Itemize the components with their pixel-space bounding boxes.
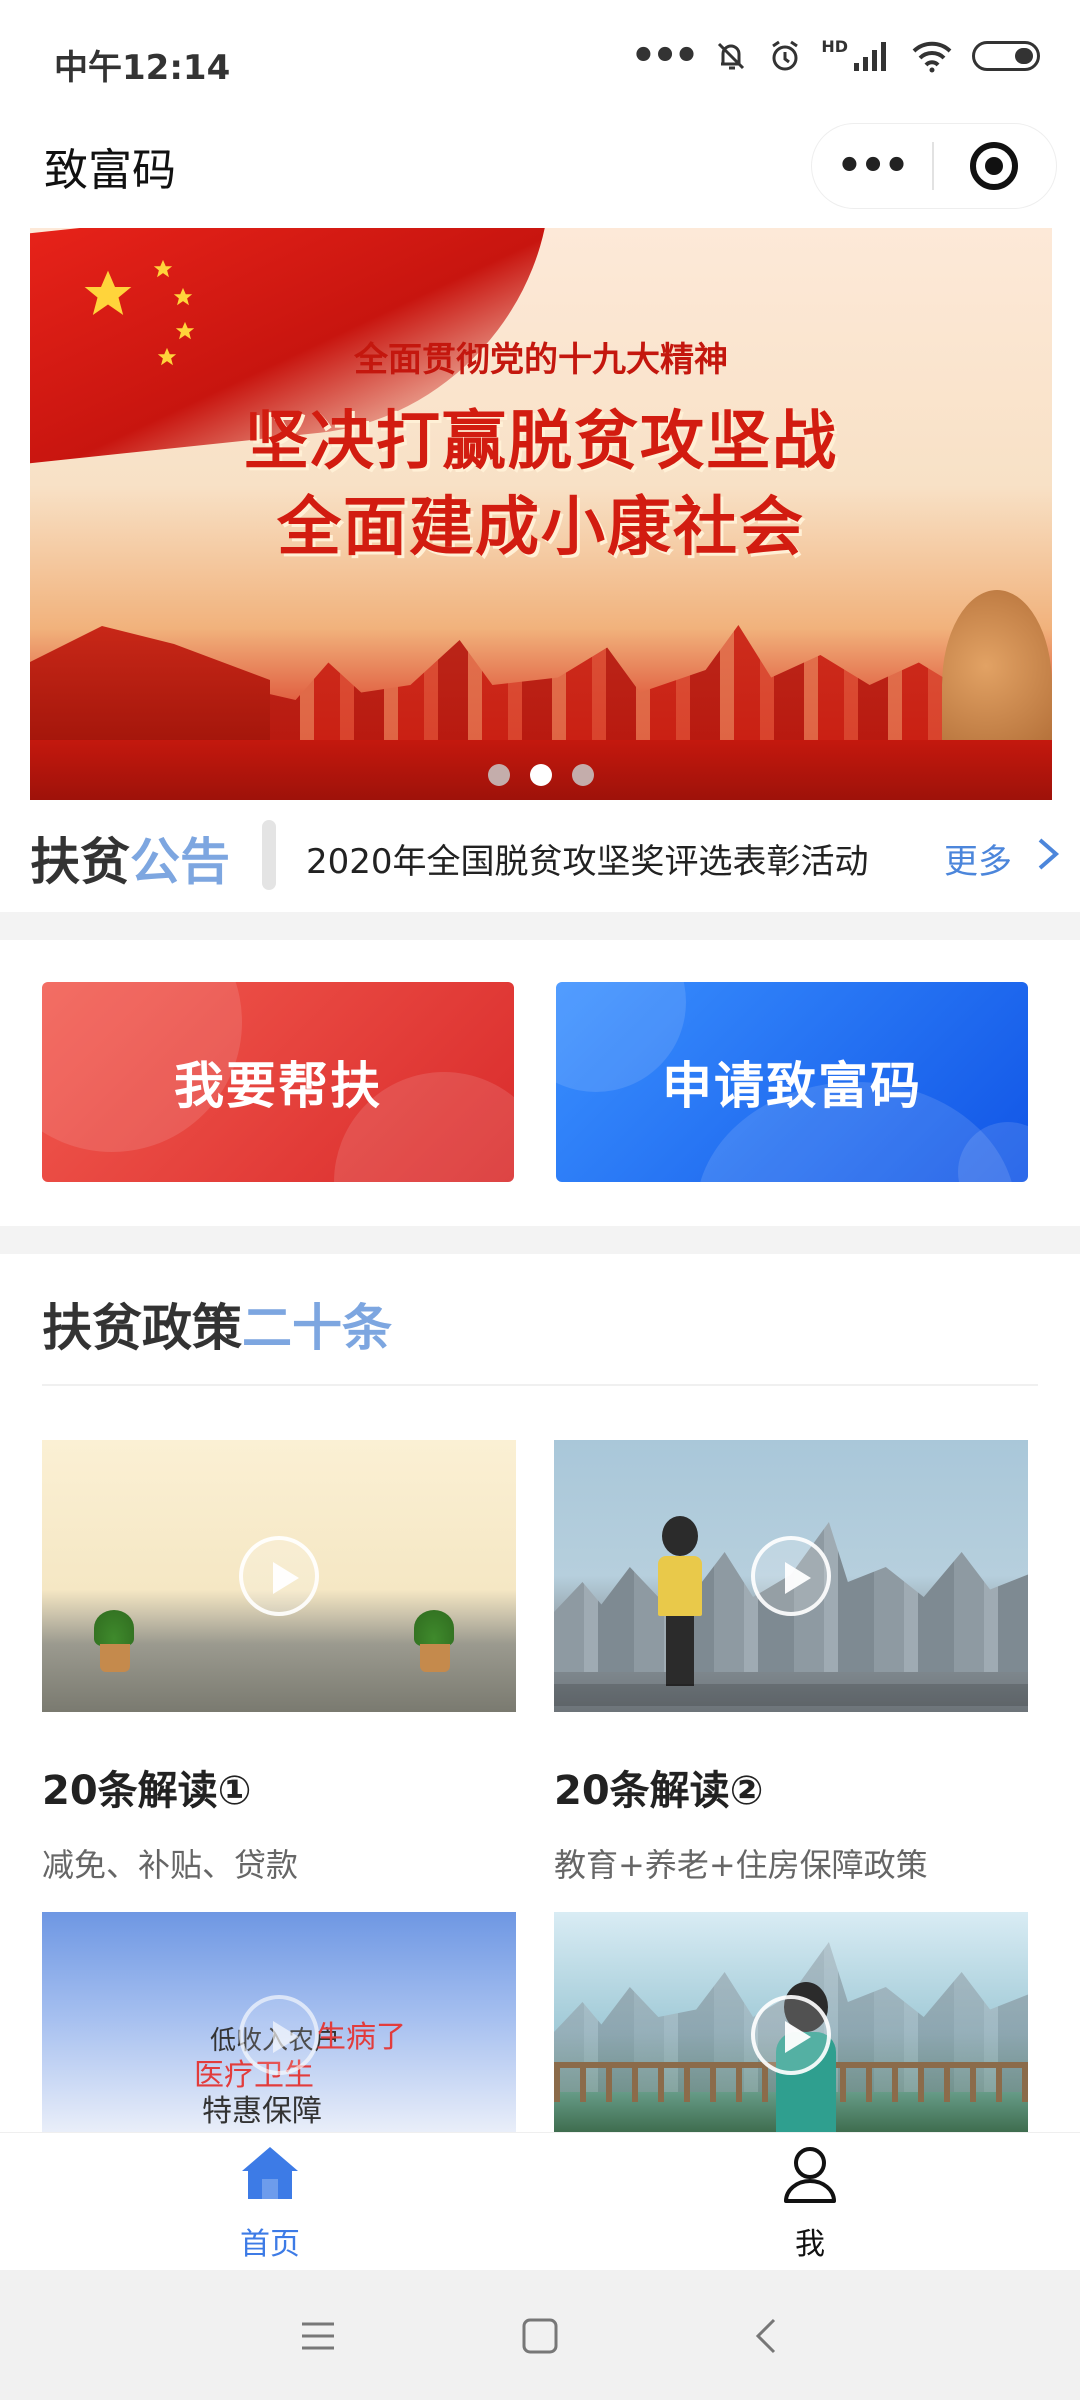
- carousel-dot-active[interactable]: [530, 764, 552, 786]
- thumbnail-text: 特惠保障: [202, 2094, 322, 2129]
- video-thumbnail[interactable]: [42, 1440, 516, 1712]
- top-section: 全面贯彻党的十九大精神 坚决打赢脱贫攻坚战 全面建成小康社会 扶贫公告 2020…: [0, 222, 1080, 912]
- status-time: 中午12:14: [54, 48, 231, 88]
- banner-headline-2: 全面建成小康社会: [277, 491, 805, 565]
- more-link[interactable]: 更多: [944, 834, 1012, 883]
- star-icon: [173, 287, 193, 306]
- tab-me[interactable]: 我: [540, 2133, 1080, 2271]
- section-title: 扶贫政策二十条: [42, 1288, 392, 1360]
- network-label: HD: [821, 36, 848, 56]
- tab-home[interactable]: 首页: [0, 2133, 540, 2271]
- more-dots-icon[interactable]: •••: [812, 143, 932, 189]
- target-icon: [970, 142, 1018, 190]
- mute-icon: [718, 42, 745, 70]
- city-skyline: [230, 625, 1050, 760]
- nav-bar: 致富码 •••: [0, 120, 1080, 222]
- section-divider: [42, 1384, 1038, 1386]
- tab-home-label: 首页: [240, 2227, 300, 2262]
- video-description: 教育+养老+住房保障政策: [554, 1846, 928, 1884]
- play-icon[interactable]: [751, 1995, 831, 2076]
- more-dots-icon: •••: [630, 33, 700, 79]
- carousel-dot[interactable]: [488, 764, 510, 786]
- video-card[interactable]: 20条解读① 减免、补贴、贷款: [42, 1440, 516, 1886]
- star-icon: [84, 270, 132, 315]
- system-nav-bar: [0, 2270, 1080, 2400]
- policy-section: 扶贫政策二十条 20条解读① 减免、补贴、贷款 20条解读② 教育+养老+住房保…: [0, 1254, 1080, 2132]
- home-square-icon[interactable]: [518, 2314, 562, 2358]
- video-title: 20条解读②: [554, 1768, 764, 1814]
- page-title: 致富码: [44, 145, 176, 196]
- chevron-right-icon[interactable]: [1030, 834, 1066, 874]
- play-icon[interactable]: [239, 1536, 319, 1616]
- video-card[interactable]: [554, 1912, 1028, 2132]
- banner-subtitle: 全面贯彻党的十九大精神: [354, 340, 728, 380]
- battery-icon: [972, 41, 1040, 71]
- video-title: 20条解读①: [42, 1768, 252, 1814]
- video-description: 减免、补贴、贷款: [42, 1846, 299, 1884]
- close-button[interactable]: [934, 142, 1054, 190]
- announcement-bar[interactable]: 扶贫公告 2020年全国脱贫攻坚奖评选表彰活动 更多: [0, 812, 1080, 902]
- pot-graphic: [420, 1644, 450, 1672]
- announcement-tag-prefix: 扶贫: [30, 833, 130, 891]
- play-icon[interactable]: [751, 1536, 831, 1616]
- announcement-tag: 扶贫公告: [30, 822, 230, 894]
- subtitle-strip: [554, 1684, 1028, 1706]
- carousel-pagination: [30, 764, 1052, 786]
- tab-bar: 首页 我: [0, 2132, 1080, 2270]
- alarm-icon: [772, 40, 799, 71]
- video-thumbnail[interactable]: [554, 1912, 1028, 2132]
- banner-carousel[interactable]: 全面贯彻党的十九大精神 坚决打赢脱贫攻坚战 全面建成小康社会: [30, 228, 1052, 800]
- signal-icon: [854, 42, 886, 71]
- announcement-text[interactable]: 2020年全国脱贫攻坚奖评选表彰活动: [306, 834, 869, 883]
- help-button[interactable]: 我要帮扶: [42, 982, 514, 1182]
- announcement-tag-highlight: 公告: [130, 833, 230, 891]
- home-icon: [242, 2147, 298, 2199]
- video-card[interactable]: 低收入农户 生病了 医疗卫生 特惠保障: [42, 1912, 516, 2132]
- pot-graphic: [100, 1644, 130, 1672]
- menu-icon[interactable]: [296, 2314, 340, 2358]
- wifi-icon: [912, 41, 952, 73]
- help-button-label: 我要帮扶: [174, 1057, 382, 1115]
- mini-program-capsule: •••: [812, 124, 1056, 208]
- play-icon[interactable]: [239, 1995, 319, 2076]
- action-section: 我要帮扶 申请致富码: [0, 940, 1080, 1226]
- status-icons: ••• HD: [630, 33, 1040, 79]
- status-bar: 中午12:14 ••• HD: [0, 0, 1080, 120]
- back-icon[interactable]: [746, 2314, 790, 2358]
- star-icon: [153, 259, 173, 278]
- video-thumbnail[interactable]: [554, 1440, 1028, 1712]
- apply-code-button[interactable]: 申请致富码: [556, 982, 1028, 1182]
- video-thumbnail[interactable]: 低收入农户 生病了 医疗卫生 特惠保障: [42, 1912, 516, 2132]
- video-card[interactable]: 20条解读② 教育+养老+住房保障政策: [554, 1440, 1028, 1886]
- apply-code-button-label: 申请致富码: [662, 1057, 922, 1115]
- section-title-highlight: 二十条: [242, 1299, 392, 1357]
- announcement-divider: [262, 820, 276, 890]
- plant-graphic: [94, 1610, 134, 1646]
- person-graphic: [658, 1516, 702, 1686]
- thumbnail-text: 生病了: [316, 2020, 406, 2055]
- banner-headline-1: 坚决打赢脱贫攻坚战: [244, 405, 838, 479]
- carousel-dot[interactable]: [572, 764, 594, 786]
- plant-graphic: [414, 1610, 454, 1646]
- user-icon: [784, 2147, 836, 2203]
- tab-me-label: 我: [795, 2227, 825, 2262]
- section-title-prefix: 扶贫政策: [42, 1299, 242, 1357]
